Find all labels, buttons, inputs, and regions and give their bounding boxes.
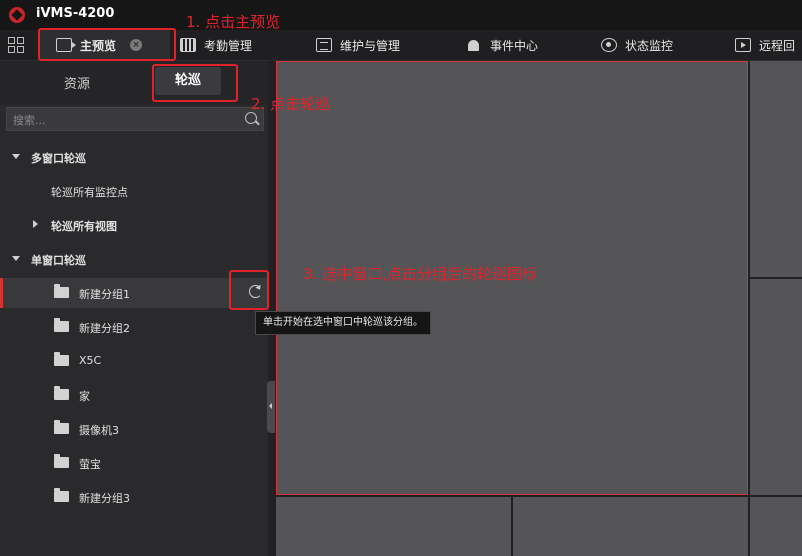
grid-menu-icon[interactable] — [8, 37, 24, 53]
tab-label: 事件中心 — [490, 38, 539, 53]
group-label: X5C — [79, 354, 102, 367]
patrol-tooltip: 单击开始在选中窗口中轮巡该分组。 — [255, 311, 431, 335]
group-item[interactable]: 萤宝 — [0, 448, 268, 478]
video-viewport — [268, 61, 802, 556]
annotation-box-main-preview — [38, 28, 176, 61]
tab-label: 考勤管理 — [204, 38, 253, 53]
selection-indicator — [0, 278, 3, 308]
annotation-box-patrol-icon — [229, 270, 269, 310]
folder-icon — [54, 352, 69, 366]
calendar-icon — [180, 38, 196, 52]
tab-label: 维护与管理 — [340, 38, 401, 53]
group-label: 摄像机3 — [79, 424, 119, 437]
group-item[interactable]: 新建分组1 — [0, 278, 268, 308]
tree-item-patrol-all-views[interactable]: 轮巡所有视图 — [0, 210, 268, 240]
video-pane[interactable] — [276, 497, 511, 556]
title-bar: iVMS-4200 — [0, 0, 802, 30]
search-box — [6, 107, 264, 131]
annotation-step3: 3. 选中窗口,点击分组后的轮巡图标 — [303, 265, 537, 283]
sidebar: 资源 轮巡 多窗口轮巡 轮巡所有监控点 轮巡所有视图 单窗口轮巡 新建分组1 新… — [0, 61, 268, 556]
group-item[interactable]: X5C — [0, 346, 268, 376]
group-item[interactable]: 摄像机3 — [0, 414, 268, 444]
search-input[interactable] — [11, 110, 235, 130]
app-logo-icon — [9, 7, 25, 23]
tab-label: 状态监控 — [625, 38, 674, 53]
group-label: 家 — [79, 390, 90, 403]
annotation-step1: 1. 点击主预览 — [186, 13, 281, 31]
sidebar-collapse-handle[interactable] — [267, 381, 275, 433]
tree-node-label: 多窗口轮巡 — [31, 152, 86, 165]
tree-item-label: 轮巡所有监控点 — [51, 186, 128, 199]
video-pane[interactable] — [750, 61, 802, 277]
status-monitor-icon — [601, 38, 617, 52]
tree-node-multi-window[interactable]: 多窗口轮巡 — [0, 142, 268, 172]
folder-icon — [54, 488, 69, 502]
tree-node-label: 单窗口轮巡 — [31, 254, 86, 267]
alarm-light-icon — [466, 38, 482, 52]
annotation-step2: 2. 点击轮巡 — [251, 95, 331, 113]
group-label: 萤宝 — [79, 458, 101, 471]
tab-maintenance[interactable]: 维护与管理 — [316, 30, 400, 60]
tab-label: 远程回 — [759, 38, 796, 53]
tree-node-single-window[interactable]: 单窗口轮巡 — [0, 244, 268, 274]
annotation-box-patrol — [152, 64, 238, 102]
tab-remote-playback[interactable]: 远程回 — [735, 30, 795, 60]
video-pane[interactable] — [750, 497, 802, 556]
group-label: 新建分组1 — [79, 288, 130, 301]
tree-item-label: 轮巡所有视图 — [51, 220, 117, 233]
tab-status-monitor[interactable]: 状态监控 — [601, 30, 673, 60]
folder-icon — [54, 420, 69, 434]
tree-item-patrol-all-cameras[interactable]: 轮巡所有监控点 — [0, 176, 268, 206]
subtab-resources[interactable]: 资源 — [64, 73, 90, 92]
folder-icon — [54, 318, 69, 332]
tab-event-center[interactable]: 事件中心 — [466, 30, 538, 60]
expand-arrow-icon[interactable] — [12, 154, 20, 159]
folder-icon — [54, 454, 69, 468]
app-title: iVMS-4200 — [36, 6, 115, 21]
group-item[interactable]: 新建分组3 — [0, 482, 268, 512]
group-label: 新建分组2 — [79, 322, 130, 335]
video-pane[interactable] — [750, 279, 802, 495]
video-pane[interactable] — [513, 497, 748, 556]
expand-arrow-icon[interactable] — [12, 256, 20, 261]
group-item[interactable]: 家 — [0, 380, 268, 410]
folder-icon — [54, 284, 69, 298]
group-label: 新建分组3 — [79, 492, 130, 505]
maintenance-icon — [316, 38, 332, 52]
collapse-arrow-icon[interactable] — [33, 220, 38, 228]
group-item[interactable]: 新建分组2 — [0, 312, 268, 342]
playback-icon — [735, 38, 751, 52]
folder-icon — [54, 386, 69, 400]
tab-attendance[interactable]: 考勤管理 — [180, 30, 252, 60]
